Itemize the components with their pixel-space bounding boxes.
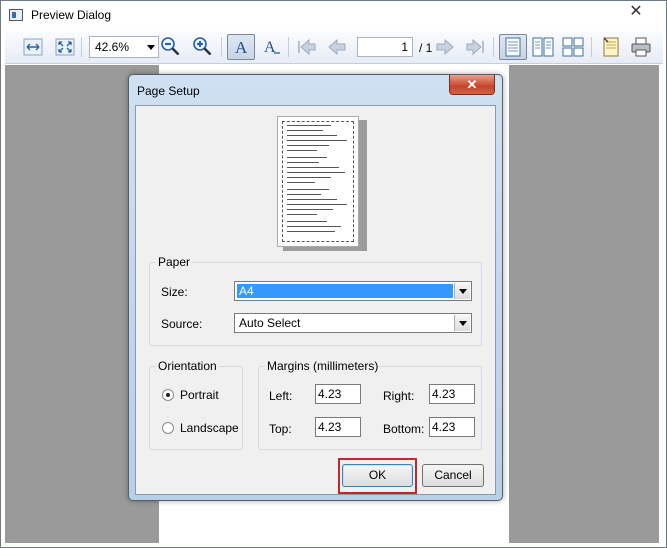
page-thumbnail-margins xyxy=(282,121,354,242)
orientation-group: Orientation Portrait Landscape xyxy=(149,359,243,450)
window-title: Preview Dialog xyxy=(31,8,112,22)
left-margin-label: Left: xyxy=(269,389,293,403)
thumbnail-text-line xyxy=(287,167,339,168)
thumbnail-text-line xyxy=(287,145,329,146)
thumbnail-text-line xyxy=(287,194,321,195)
thumbnail-text-line xyxy=(287,130,323,131)
toolbar-separator xyxy=(591,37,592,57)
portrait-radio[interactable] xyxy=(162,389,174,401)
dialog-body: Paper Size: A4 Source: Auto Select Orien… xyxy=(135,105,496,495)
app-icon xyxy=(9,9,23,21)
margins-group-label: Margins (millimeters) xyxy=(265,359,381,373)
orientation-group-label: Orientation xyxy=(156,359,219,373)
dialog-title: Page Setup xyxy=(137,84,200,98)
thumbnail-text-line xyxy=(287,182,315,183)
single-page-icon[interactable] xyxy=(499,34,527,60)
page-number-input[interactable]: 1 xyxy=(357,37,413,57)
chevron-down-icon xyxy=(147,45,155,50)
thumbnail-text-line xyxy=(287,199,337,200)
fit-width-icon[interactable] xyxy=(21,35,45,59)
thumbnail-text-line xyxy=(287,226,341,227)
left-margin-input[interactable]: 4.23 xyxy=(315,384,361,404)
paper-size-select[interactable]: A4 xyxy=(234,281,472,301)
zoom-value: 42.6% xyxy=(95,40,130,54)
zoom-select[interactable]: 42.6% xyxy=(89,36,159,58)
font-a-icon[interactable]: A xyxy=(227,34,255,60)
thumbnail-text-line xyxy=(287,157,327,158)
toolbar-separator xyxy=(288,37,289,57)
prev-page-icon[interactable] xyxy=(325,35,349,59)
page-setup-icon[interactable] xyxy=(599,35,623,59)
size-label: Size: xyxy=(161,285,188,299)
window-close-button[interactable]: ✕ xyxy=(613,2,659,22)
zoom-out-icon[interactable] xyxy=(159,35,183,59)
landscape-radio[interactable] xyxy=(162,422,174,434)
fit-page-icon[interactable] xyxy=(53,35,77,59)
toolbar-separator xyxy=(81,37,82,57)
top-margin-input[interactable]: 4.23 xyxy=(315,417,361,437)
thumbnail-text-line xyxy=(287,140,347,141)
print-icon[interactable] xyxy=(629,35,653,59)
paper-size-value: A4 xyxy=(237,284,453,298)
chevron-down-icon xyxy=(454,283,470,299)
paper-group-label: Paper xyxy=(156,255,193,269)
chevron-down-icon xyxy=(454,315,470,331)
right-margin-label: Right: xyxy=(383,389,415,403)
thumbnail-text-line xyxy=(287,214,317,215)
portrait-label[interactable]: Portrait xyxy=(180,388,219,402)
bottom-margin-label: Bottom: xyxy=(383,422,425,436)
window-titlebar: Preview Dialog ✕ xyxy=(1,1,666,29)
thumbnail-text-line xyxy=(287,209,333,210)
toolbar-separator xyxy=(221,37,222,57)
four-page-icon[interactable] xyxy=(561,35,585,59)
thumbnail-text-line xyxy=(287,172,345,173)
last-page-icon[interactable] xyxy=(463,35,487,59)
ok-button[interactable]: OK xyxy=(342,464,413,487)
zoom-in-icon[interactable] xyxy=(191,35,215,59)
svg-text:A: A xyxy=(235,38,248,57)
right-margin-input[interactable]: 4.23 xyxy=(429,384,475,404)
thumbnail-text-line xyxy=(287,162,319,163)
thumbnail-text-line xyxy=(287,189,329,190)
thumbnail-text-line xyxy=(287,135,337,136)
thumbnail-text-line xyxy=(287,150,317,151)
bottom-margin-input[interactable]: 4.23 xyxy=(429,417,475,437)
page-thumbnail xyxy=(277,116,359,247)
paper-source-value: Auto Select xyxy=(239,316,301,330)
page-setup-dialog: Page Setup ✕ Paper Size: A4 Source: Auto… xyxy=(128,74,503,501)
source-label: Source: xyxy=(161,317,203,331)
font-a-dropdown-icon[interactable]: A xyxy=(259,35,283,59)
first-page-icon[interactable] xyxy=(295,35,319,59)
next-page-icon[interactable] xyxy=(433,35,457,59)
thumbnail-text-line xyxy=(287,177,331,178)
thumbnail-text-line xyxy=(287,221,327,222)
two-page-icon[interactable] xyxy=(531,35,555,59)
paper-group: Paper Size: A4 Source: Auto Select xyxy=(149,255,482,346)
top-margin-label: Top: xyxy=(269,422,292,436)
margins-group: Margins (millimeters) Left: 4.23 Right: … xyxy=(258,359,482,450)
landscape-label[interactable]: Landscape xyxy=(180,421,239,435)
thumbnail-text-line xyxy=(287,125,331,126)
thumbnail-text-line xyxy=(287,204,347,205)
paper-source-select[interactable]: Auto Select xyxy=(234,313,472,333)
page-total-label: / 1 xyxy=(419,41,433,55)
toolbar-separator xyxy=(493,37,494,57)
dialog-close-button[interactable]: ✕ xyxy=(449,75,495,95)
thumbnail-text-line xyxy=(287,231,335,232)
cancel-button[interactable]: Cancel xyxy=(422,464,484,487)
preview-toolbar: 42.6% A A 1 / 1 xyxy=(5,31,663,64)
